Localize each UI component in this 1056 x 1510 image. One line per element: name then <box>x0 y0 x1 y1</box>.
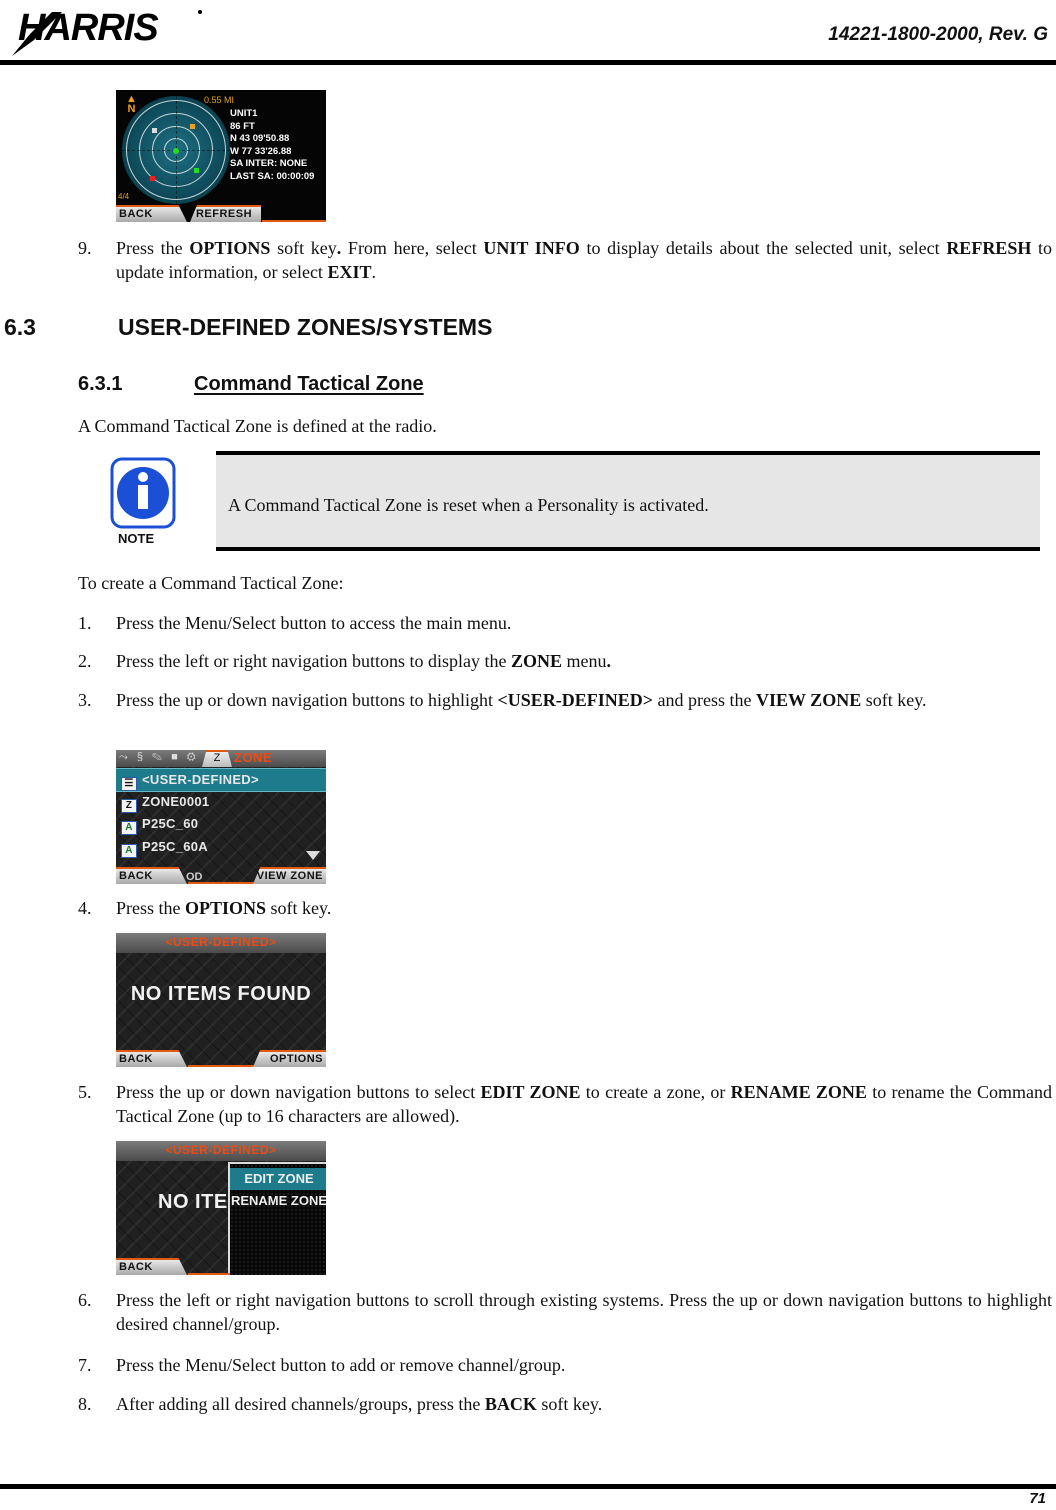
step-number: 9. <box>78 238 92 258</box>
last-sa-time: LAST SA: 00:00:09 <box>230 170 315 182</box>
note-text: A Command Tactical Zone is reset when a … <box>228 495 709 515</box>
radio-screen-sa-unit-info: ▲ N 0.55 MI UNIT1 86 FT N 43 09'50.88 W 7… <box>116 90 326 222</box>
empty-message: NO ITEMS FOUND <box>130 983 312 1005</box>
north-indicator-icon: ▲ N <box>126 93 137 115</box>
menu-tab-icons[interactable]: ⤳ § ✎ ■ ⚙ <box>119 751 199 764</box>
zone-list-item-selected[interactable]: ☰ <USER-DEFINED> <box>116 768 326 792</box>
screen-title: <USER-DEFINED> <box>165 935 277 949</box>
unit-marker-orange[interactable] <box>190 124 195 129</box>
footer-rule <box>0 1484 1056 1489</box>
unit-marker-white[interactable] <box>152 128 157 133</box>
menu-tab-bar: ⤳ § ✎ ■ ⚙ Z ZONE <box>116 750 326 767</box>
menu-title: ZONE <box>234 750 273 765</box>
unit-info-panel: UNIT1 86 FT N 43 09'50.88 W 77 33'26.88 … <box>230 108 314 184</box>
lead-in-text: To create a Command Tactical Zone: <box>78 573 344 593</box>
screen-title: <USER-DEFINED> <box>165 1143 277 1157</box>
subsection-heading: 6.3.1 Command Tactical Zone <box>78 373 424 395</box>
options-softkey[interactable]: OPTIONS <box>253 1050 326 1067</box>
zone-list-item[interactable]: Z ZONE0001 <box>116 791 326 813</box>
zone-tab-icon[interactable]: Z <box>202 750 232 767</box>
unit-longitude: W 77 33'26.88 <box>230 145 292 157</box>
range-label: 0.55 MI <box>204 95 235 105</box>
sa-interval: SA INTER: NONE <box>230 158 308 170</box>
info-note-icon <box>110 457 176 529</box>
section-heading: 6.3 USER-DEFINED ZONES/SYSTEMS <box>4 314 493 340</box>
note-box: A Command Tactical Zone is reset when a … <box>216 451 1040 551</box>
zone-list-item[interactable]: A P25C_60A <box>116 836 326 858</box>
harris-logo: HARRIS <box>12 7 202 56</box>
antenna-icon: A <box>121 821 137 835</box>
step-4: 4. Press the OPTIONS soft key. <box>78 898 332 918</box>
antenna-icon: A <box>121 844 137 858</box>
document-number: 14221-1800-2000, Rev. G <box>828 24 1048 45</box>
unit-name: UNIT1 <box>230 108 258 119</box>
view-zone-softkey[interactable]: VIEW ZONE <box>253 867 326 884</box>
intro-text: A Command Tactical Zone is defined at th… <box>78 416 437 436</box>
step-3: 3. Press the up or down navigation butto… <box>78 690 927 710</box>
back-softkey[interactable]: BACK <box>116 1050 187 1067</box>
unit-marker-red[interactable] <box>150 176 155 181</box>
step-2: 2. Press the left or right navigation bu… <box>78 651 611 671</box>
edit-zone-option[interactable]: EDIT ZONE <box>230 1168 326 1190</box>
radar-display <box>122 96 230 204</box>
page-number: 71 <box>1029 1490 1046 1507</box>
zone-list-item[interactable]: A P25C_60 <box>116 813 326 835</box>
step-text: Press the OPTIONS soft key. From here, s… <box>116 238 1053 282</box>
zone-icon: Z <box>121 799 137 813</box>
back-softkey[interactable]: BACK <box>116 867 187 884</box>
refresh-softkey[interactable]: REFRESH <box>190 205 261 222</box>
step-1: 1. Press the Menu/Select button to acces… <box>78 613 512 633</box>
step-8: 8. After adding all desired channels/gro… <box>78 1394 603 1414</box>
radio-screen-options-menu: <USER-DEFINED> NO ITEMS EDIT ZONE RENAME… <box>116 1141 326 1275</box>
page-indicator: 4/4 <box>118 192 130 201</box>
note-label: NOTE <box>118 531 155 546</box>
radio-screen-user-defined-empty: <USER-DEFINED> NO ITEMS FOUND BACK OPTIO… <box>116 933 326 1067</box>
back-softkey[interactable]: BACK <box>116 205 187 222</box>
unit-marker-green[interactable] <box>194 168 199 173</box>
header-rule <box>0 60 1056 65</box>
self-marker <box>173 148 179 154</box>
step-9: 9. Press the OPTIONS soft key. From here… <box>78 236 1052 284</box>
step-5: 5. Press the up or down navigation butto… <box>78 1082 1053 1126</box>
scroll-down-icon[interactable] <box>306 851 320 860</box>
back-softkey[interactable]: BACK <box>116 1258 187 1275</box>
step-6: 6. Press the left or right navigation bu… <box>78 1290 1052 1334</box>
list-icon: ☰ <box>121 777 137 791</box>
rename-zone-option[interactable]: RENAME ZONE <box>230 1190 326 1212</box>
step-7: 7. Press the Menu/Select button to add o… <box>78 1355 566 1375</box>
unit-altitude: 86 FT <box>230 120 255 132</box>
unit-latitude: N 43 09'50.88 <box>230 133 290 145</box>
radio-screen-zone-menu: ⤳ § ✎ ■ ⚙ Z ZONE ☰ <USER-DEFINED> Z ZONE00… <box>116 750 326 884</box>
